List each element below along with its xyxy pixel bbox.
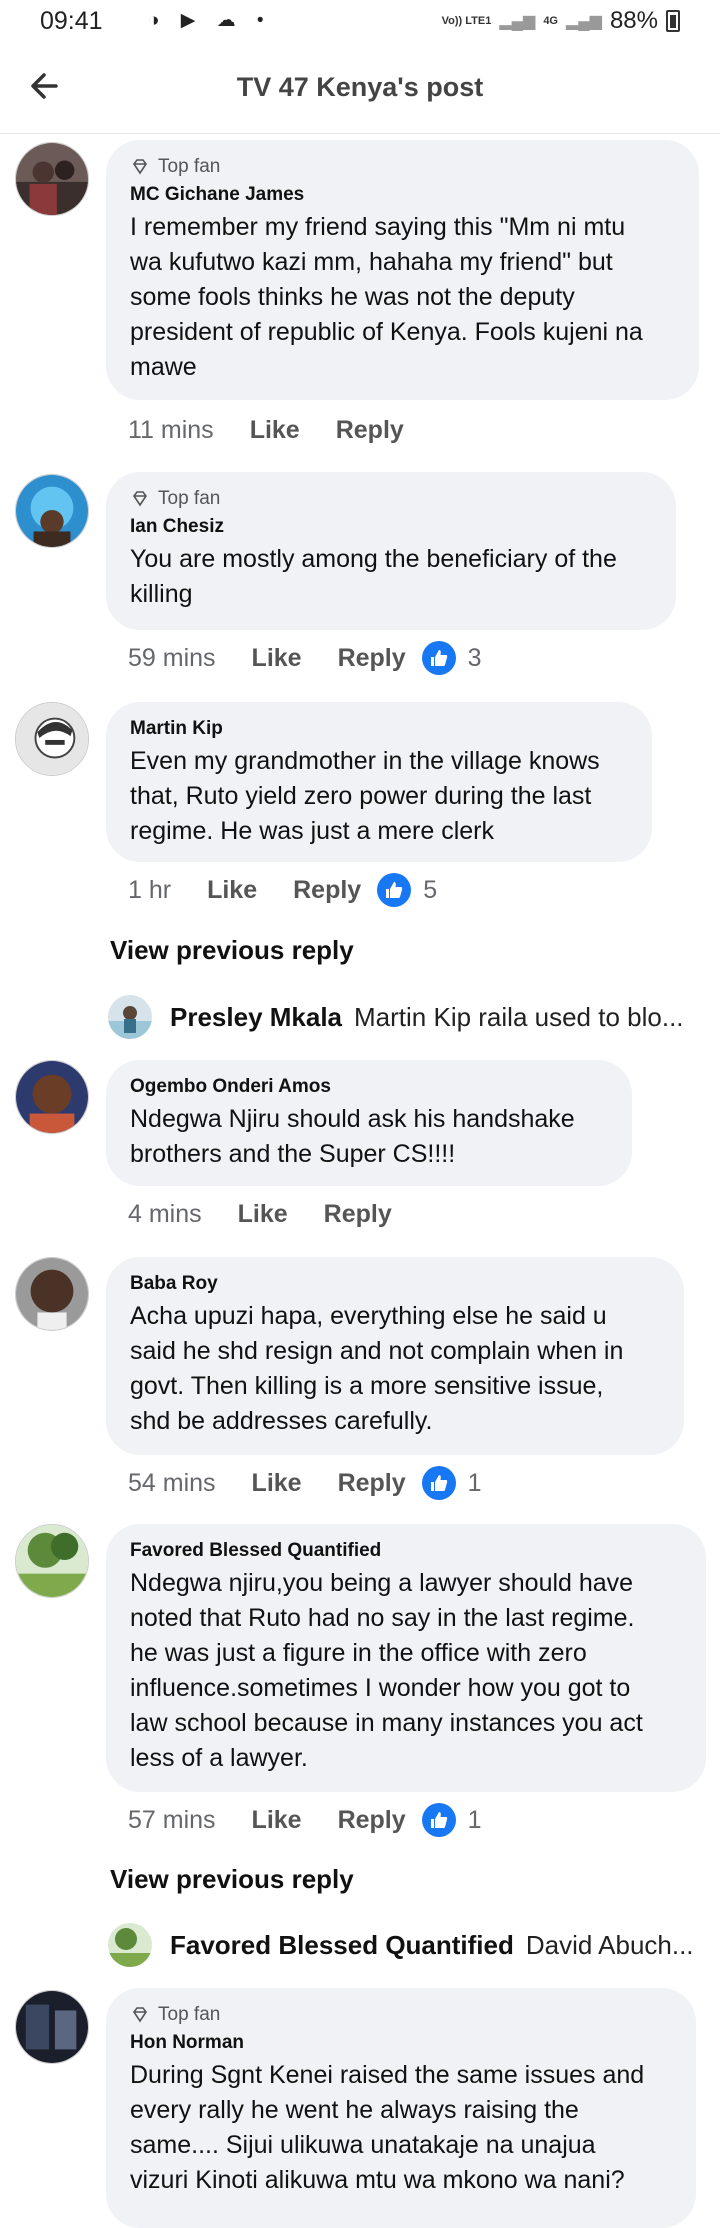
avatar bbox=[108, 995, 152, 1039]
view-previous-reply-button[interactable]: View previous reply bbox=[110, 935, 354, 966]
avatar-photo bbox=[16, 1525, 88, 1597]
avatar[interactable] bbox=[15, 1060, 89, 1134]
avatar-photo bbox=[16, 1061, 88, 1133]
signal-icon: ▂▄▆ bbox=[499, 13, 536, 30]
comment-timestamp: 4 mins bbox=[128, 1199, 202, 1228]
comment-bubble: Martin Kip Even my grandmother in the vi… bbox=[106, 702, 652, 862]
comment-text: Ndegwa Njiru should ask his handshake bro… bbox=[130, 1105, 575, 1168]
top-fan-badge: Top fan bbox=[130, 2004, 672, 2026]
reaction-count: 3 bbox=[467, 643, 482, 672]
comment-actions: 4 mins Like Reply bbox=[128, 1194, 428, 1234]
signal-icon-2: ▂▄▆ bbox=[566, 13, 602, 30]
like-button[interactable]: Like bbox=[207, 876, 257, 905]
status-right: Vo)) LTE1 ▂▄▆ 4G ▂▄▆ 88% bbox=[442, 7, 680, 35]
reaction-summary[interactable]: 5 bbox=[377, 873, 437, 907]
top-fan-badge: Top fan bbox=[130, 156, 675, 178]
comment-actions: 57 mins Like Reply 1 bbox=[128, 1800, 482, 1840]
post-header: TV 47 Kenya's post bbox=[0, 44, 720, 134]
avatar[interactable] bbox=[15, 1524, 89, 1598]
reply-author: Favored Blessed Quantified bbox=[170, 1929, 514, 1960]
comment-actions: 54 mins Like Reply 1 bbox=[128, 1463, 482, 1503]
comment-text: During Sgnt Kenei raised the same issues… bbox=[130, 2061, 645, 2194]
thumbs-up-icon bbox=[421, 1803, 456, 1837]
avatar-photo bbox=[16, 703, 88, 775]
avatar[interactable] bbox=[15, 702, 89, 776]
avatar bbox=[108, 1923, 152, 1967]
reply-button[interactable]: Reply bbox=[293, 876, 361, 905]
battery-icon bbox=[666, 10, 680, 32]
comment-bubble: Ogembo Onderi Amos Ndegwa Njiru should a… bbox=[106, 1060, 632, 1186]
reaction-count: 5 bbox=[423, 875, 438, 904]
comment-author[interactable]: Martin Kip bbox=[130, 718, 628, 740]
reply-snippet: Martin Kip raila used to blo... bbox=[354, 1001, 684, 1032]
comment-text: Ndegwa njiru,you being a lawyer should h… bbox=[130, 1569, 643, 1772]
reply-preview[interactable]: Favored Blessed Quantified David Abuch..… bbox=[108, 1920, 708, 1970]
reply-author: Presley Mkala bbox=[170, 1001, 343, 1032]
comment-bubble: Baba Roy Acha upuzi hapa, everything els… bbox=[106, 1257, 684, 1455]
reply-snippet: David Abuch... bbox=[525, 1929, 694, 1960]
reaction-summary[interactable]: 1 bbox=[421, 1803, 482, 1837]
comment-actions: 11 mins Like Reply bbox=[128, 410, 440, 450]
comment-timestamp: 59 mins bbox=[128, 643, 216, 672]
reply-button[interactable]: Reply bbox=[338, 644, 406, 673]
avatar[interactable] bbox=[15, 474, 89, 548]
comment-bubble: Top fan Hon Norman During Sgnt Kenei rai… bbox=[106, 1988, 696, 2228]
comment-actions: 1 hr Like Reply 5 bbox=[128, 870, 437, 910]
view-previous-reply-button[interactable]: View previous reply bbox=[110, 1864, 354, 1895]
status-bar: 09:41 ◑ ▶ ☁ • Vo)) LTE1 ▂▄▆ 4G ▂▄▆ 88% bbox=[0, 0, 720, 44]
comment-author[interactable]: Ogembo Onderi Amos bbox=[130, 1076, 608, 1098]
like-button[interactable]: Like bbox=[252, 1469, 302, 1498]
diamond-icon bbox=[133, 2007, 147, 2023]
thumbs-up-icon bbox=[421, 1466, 456, 1500]
notification-icons: ◑ ▶ ☁ • bbox=[148, 10, 272, 31]
avatar-photo bbox=[16, 1991, 88, 2063]
reaction-count: 1 bbox=[467, 1468, 482, 1497]
comment-timestamp: 11 mins bbox=[128, 415, 214, 444]
comment-timestamp: 54 mins bbox=[128, 1468, 216, 1497]
comment-timestamp: 57 mins bbox=[128, 1805, 216, 1834]
comment-bubble: Top fan Ian Chesiz You are mostly among … bbox=[106, 472, 676, 630]
comment-author[interactable]: MC Gichane James bbox=[130, 184, 675, 206]
reaction-summary[interactable]: 3 bbox=[421, 641, 482, 675]
comment-text: I remember my friend saying this "Mm ni … bbox=[130, 213, 643, 381]
diamond-icon bbox=[133, 491, 147, 507]
volte-indicator: Vo)) LTE1 bbox=[441, 14, 492, 27]
diamond-icon bbox=[133, 159, 147, 175]
thumbs-up-icon bbox=[377, 873, 412, 907]
comment-author[interactable]: Favored Blessed Quantified bbox=[130, 1540, 682, 1562]
comment-text: Even my grandmother in the village knows… bbox=[130, 747, 600, 845]
top-fan-badge: Top fan bbox=[130, 488, 652, 510]
comment-text: You are mostly among the beneficiary of … bbox=[130, 545, 617, 608]
reply-button[interactable]: Reply bbox=[338, 1469, 406, 1498]
comment-timestamp: 1 hr bbox=[128, 875, 172, 904]
avatar-photo bbox=[16, 475, 88, 547]
avatar[interactable] bbox=[15, 1990, 89, 2064]
comment-bubble: Favored Blessed Quantified Ndegwa njiru,… bbox=[106, 1524, 706, 1792]
network-indicator: 4G bbox=[543, 14, 558, 27]
comment-actions: 59 mins Like Reply 3 bbox=[128, 638, 482, 678]
like-button[interactable]: Like bbox=[238, 1200, 288, 1229]
avatar[interactable] bbox=[15, 142, 89, 216]
comment-text: Acha upuzi hapa, everything else he said… bbox=[130, 1302, 624, 1435]
reaction-count: 1 bbox=[467, 1805, 482, 1834]
like-button[interactable]: Like bbox=[252, 644, 302, 673]
reply-button[interactable]: Reply bbox=[324, 1200, 392, 1229]
avatar-photo bbox=[16, 1258, 88, 1330]
comment-author[interactable]: Hon Norman bbox=[130, 2032, 672, 2054]
reaction-summary[interactable]: 1 bbox=[421, 1466, 482, 1500]
comment-bubble: Top fan MC Gichane James I remember my f… bbox=[106, 140, 699, 400]
like-button[interactable]: Like bbox=[250, 416, 300, 445]
avatar[interactable] bbox=[15, 1257, 89, 1331]
page-title: TV 47 Kenya's post bbox=[236, 72, 484, 102]
status-time: 09:41 bbox=[40, 7, 103, 35]
reply-preview[interactable]: Presley Mkala Martin Kip raila used to b… bbox=[108, 992, 708, 1042]
like-button[interactable]: Like bbox=[252, 1806, 302, 1835]
comment-author[interactable]: Baba Roy bbox=[130, 1273, 660, 1295]
reply-button[interactable]: Reply bbox=[336, 416, 404, 445]
comment-author[interactable]: Ian Chesiz bbox=[130, 516, 652, 538]
thumbs-up-icon bbox=[421, 641, 456, 675]
reply-button[interactable]: Reply bbox=[338, 1806, 406, 1835]
avatar-photo bbox=[16, 143, 88, 215]
battery-percent: 88% bbox=[609, 7, 658, 34]
